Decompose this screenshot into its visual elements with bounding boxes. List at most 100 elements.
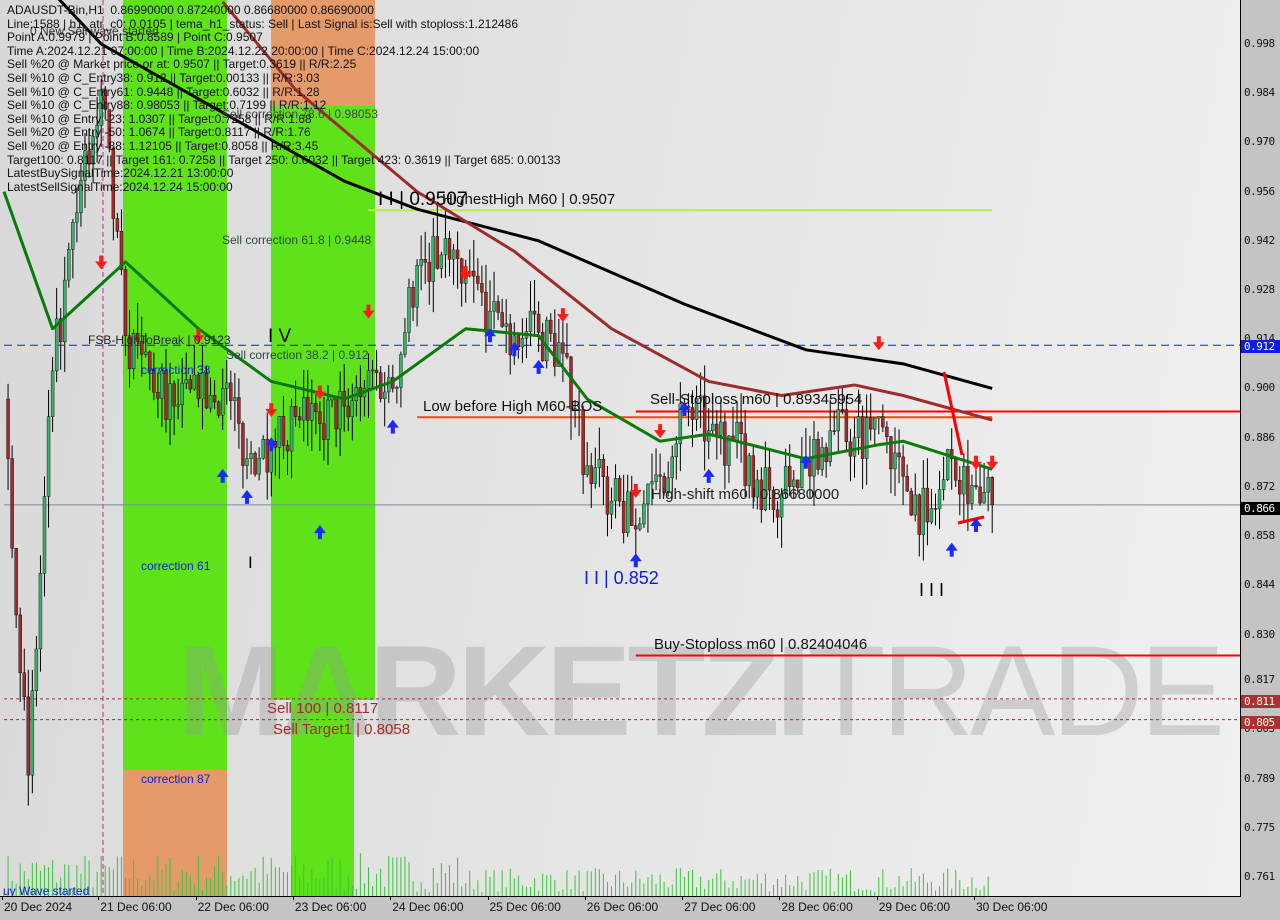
candle-bear bbox=[925, 487, 930, 523]
candle-bear bbox=[293, 406, 298, 417]
candle-bear bbox=[634, 525, 638, 530]
candle-bear bbox=[589, 465, 593, 484]
buy-arrow-icon bbox=[386, 419, 399, 434]
candle-bear bbox=[423, 259, 427, 263]
candle-bull bbox=[492, 301, 496, 312]
candle-bull bbox=[225, 382, 229, 389]
candle-bear bbox=[601, 458, 606, 477]
label-low-before-high: Low before High M60-BOS bbox=[423, 398, 603, 415]
chart-plot-area[interactable]: MARKETZITRADE ADAUSDT-Bin,H1 0.86990000 … bbox=[0, 0, 1241, 897]
info-line: Time A:2024.12.21 07:00:00 | Time B:2024… bbox=[7, 43, 480, 58]
candle-bear bbox=[658, 474, 662, 477]
candle-bull bbox=[451, 249, 456, 260]
price-tick: 0.858 bbox=[1244, 529, 1275, 543]
label-wave-started: uy Wave started bbox=[3, 884, 90, 897]
candle-bull bbox=[144, 351, 148, 355]
info-line: Sell %20 @ Entry -50: 1.0674 || Target:0… bbox=[7, 125, 311, 140]
candle-bull bbox=[415, 265, 419, 308]
candle-bull bbox=[366, 370, 371, 389]
info-line: ADAUSDT-Bin,H1 0.86990000 0.87240000 0.8… bbox=[7, 3, 374, 17]
candle-bear bbox=[832, 430, 836, 432]
info-line: Point A:0.9979 | Point B:0.8589 | Point … bbox=[7, 30, 263, 45]
candle-bull bbox=[431, 236, 435, 282]
candle-bear bbox=[374, 369, 379, 373]
candle-bear bbox=[536, 313, 541, 333]
price-tick: 0.872 bbox=[1244, 479, 1275, 493]
candle-bear bbox=[459, 258, 464, 284]
sell-arrow-icon bbox=[362, 304, 375, 319]
candle-bear bbox=[540, 332, 545, 362]
label-wave-iii: I I I bbox=[919, 580, 945, 600]
price-tick: 0.998 bbox=[1244, 37, 1275, 50]
candle-bear bbox=[123, 269, 128, 336]
candle-bear bbox=[229, 382, 233, 401]
candle-bear bbox=[739, 421, 743, 435]
candle-bear bbox=[6, 398, 10, 459]
time-tick-mark bbox=[390, 896, 392, 900]
time-tick: 20 Dec 2024 bbox=[4, 900, 73, 914]
label-sell-target1: Sell Target1 | 0.8058 bbox=[273, 721, 411, 738]
info-line: Line:1588 | h1_atr_c0: 0.0105 | tema_h1_… bbox=[7, 16, 519, 31]
candle-bull bbox=[654, 474, 658, 482]
candle-bull bbox=[941, 479, 946, 490]
candle-bull bbox=[852, 437, 857, 457]
info-panel: ADAUSDT-Bin,H1 0.86990000 0.87240000 0.8… bbox=[7, 3, 561, 194]
info-line: Sell %10 @ Entry -23: 1.0307 || Target:0… bbox=[7, 111, 312, 126]
candle-bull bbox=[75, 212, 79, 223]
info-line: Sell %10 @ C_Entry61: 0.9448 || Target:0… bbox=[7, 84, 320, 99]
candle-bull bbox=[711, 423, 715, 431]
candle-bear bbox=[532, 310, 537, 315]
candle-bull bbox=[585, 465, 589, 475]
candle-bull bbox=[982, 492, 986, 504]
candle-bear bbox=[297, 416, 302, 421]
candle-bull bbox=[310, 403, 314, 421]
candle-bear bbox=[237, 397, 241, 424]
candle-bull bbox=[208, 395, 213, 409]
label-wave-ii-low: I I | 0.852 bbox=[584, 568, 659, 588]
candle-bull bbox=[820, 447, 824, 470]
candle-bear bbox=[455, 249, 460, 259]
candle-bull bbox=[593, 467, 597, 484]
candle-bear bbox=[472, 270, 476, 277]
price-tick: 0.886 bbox=[1244, 430, 1275, 444]
candle-bear bbox=[933, 508, 938, 510]
candle-bear bbox=[844, 409, 849, 442]
candle-bear bbox=[788, 466, 792, 487]
time-tick-mark bbox=[2, 896, 3, 900]
candle-bull bbox=[913, 494, 917, 516]
price-tick: 0.775 bbox=[1244, 820, 1275, 834]
candle-bear bbox=[917, 494, 921, 535]
candle-bull bbox=[249, 453, 253, 459]
candle-bull bbox=[597, 458, 602, 468]
candle-bear bbox=[897, 452, 901, 458]
candle-bear bbox=[881, 416, 885, 428]
info-line: Sell %10 @ C_Entry38: 0.912 || Target:0.… bbox=[7, 70, 320, 85]
candle-bull bbox=[626, 491, 630, 533]
trendline-down bbox=[942, 371, 964, 456]
time-tick: 24 Dec 06:00 bbox=[392, 900, 464, 914]
candle-bear bbox=[447, 238, 452, 260]
candle-bull bbox=[419, 259, 423, 266]
candle-bull bbox=[504, 323, 508, 327]
candle-bull bbox=[38, 573, 43, 650]
candle-bull bbox=[233, 397, 237, 401]
candle-bear bbox=[549, 319, 553, 334]
candle-bull bbox=[921, 487, 926, 535]
buy-arrow-icon bbox=[241, 489, 253, 504]
candle-bull bbox=[370, 369, 375, 372]
label-sell-stoploss: Sell-Stoploss m60 | 0.89345954 bbox=[650, 391, 863, 408]
candle-bear bbox=[500, 312, 504, 327]
info-line: Target100: 0.8117 || Target 161: 0.7258 … bbox=[7, 152, 561, 167]
candle-bear bbox=[334, 396, 338, 430]
time-tick: 27 Dec 06:00 bbox=[684, 900, 756, 914]
price-tag: 0.811 bbox=[1241, 695, 1280, 709]
candle-bull bbox=[176, 404, 180, 407]
time-tick: 28 Dec 06:00 bbox=[781, 900, 853, 914]
candle-bear bbox=[885, 426, 889, 437]
candle-bull bbox=[63, 279, 67, 343]
candle-bear bbox=[115, 218, 120, 232]
candle-bull bbox=[261, 438, 265, 459]
candle-bull bbox=[257, 457, 261, 475]
time-tick-mark bbox=[195, 896, 197, 900]
candle-bear bbox=[172, 383, 176, 407]
